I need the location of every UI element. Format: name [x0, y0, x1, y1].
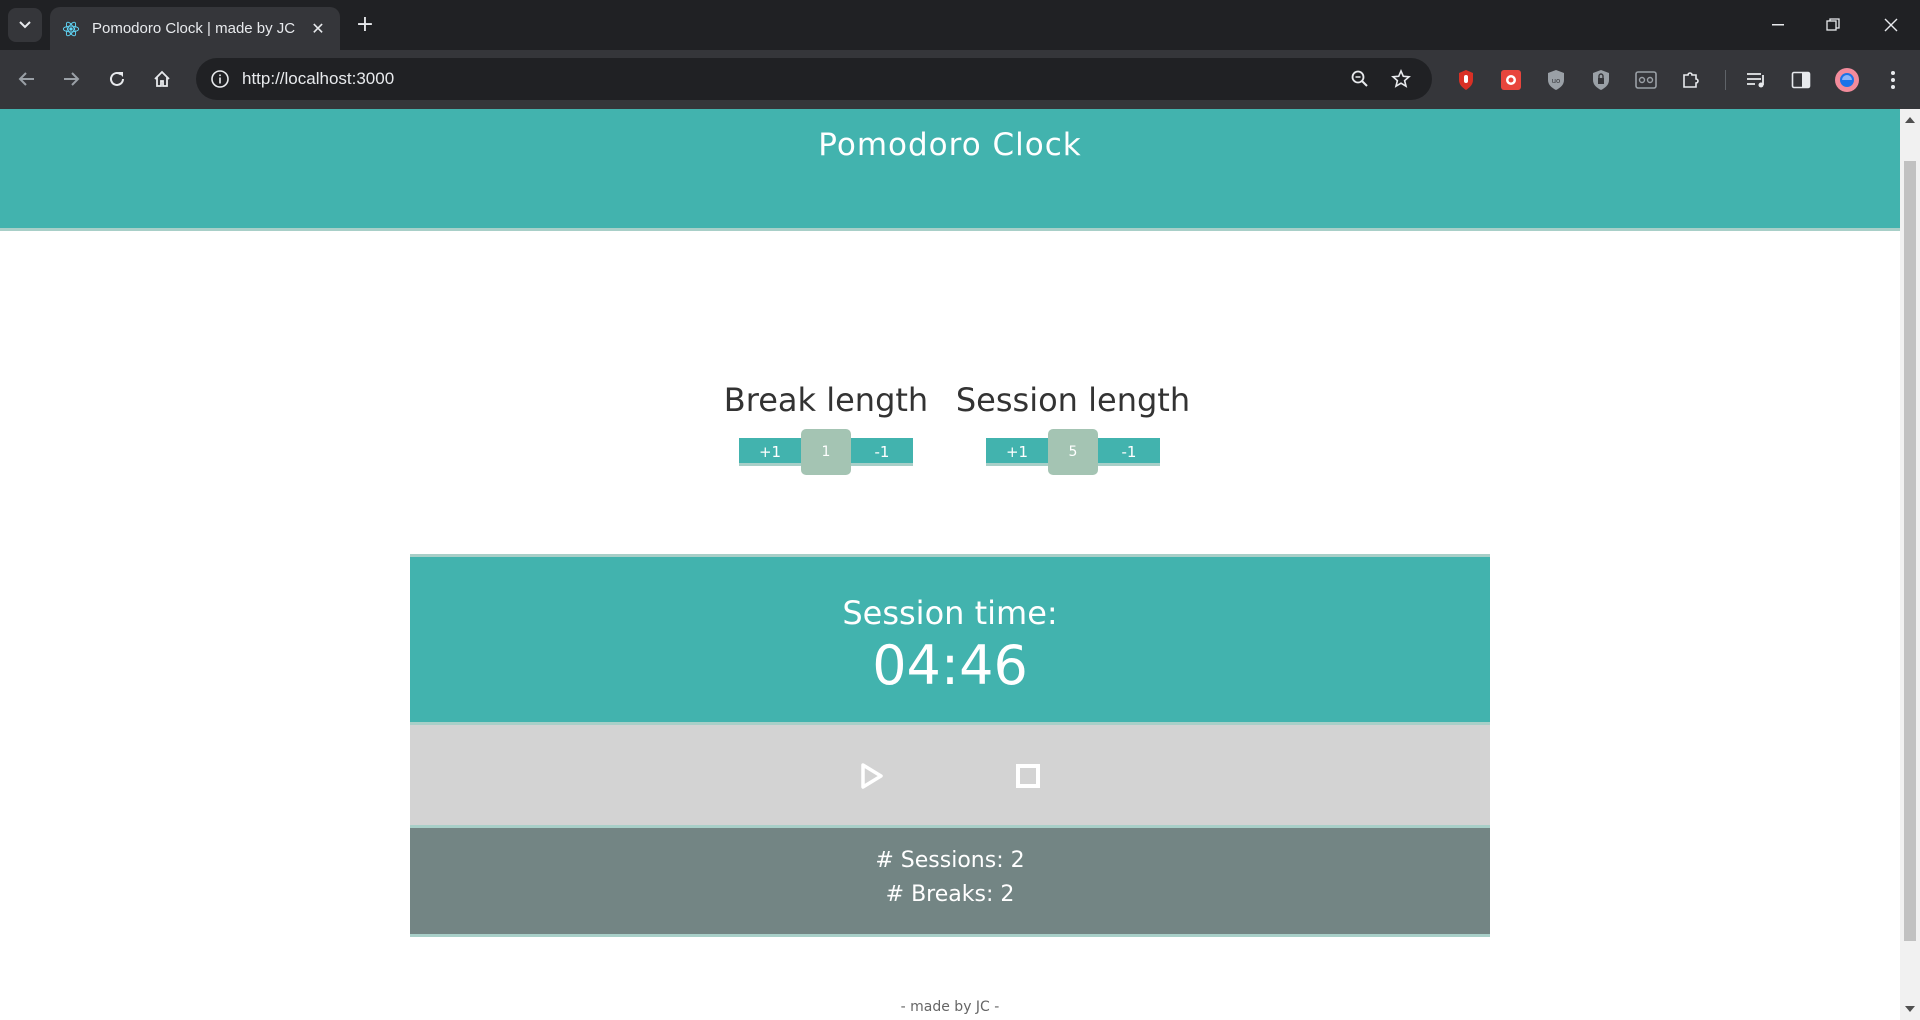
scroll-thumb[interactable]: [1904, 161, 1916, 941]
browser-tab[interactable]: Pomodoro Clock | made by JC ✕: [50, 7, 340, 50]
break-increment-button[interactable]: +1: [739, 438, 801, 466]
media-control-icon[interactable]: [1744, 67, 1770, 93]
break-length-label: Break length: [723, 381, 929, 419]
hand-extension-icon[interactable]: [1453, 67, 1479, 93]
side-panel-icon[interactable]: [1788, 67, 1814, 93]
break-length-setting: Break length +1 -1 1: [706, 381, 946, 475]
ublock-icon[interactable]: uo: [1543, 67, 1569, 93]
play-icon[interactable]: [857, 761, 887, 791]
app-header: Pomodoro Clock: [0, 109, 1900, 231]
restore-icon[interactable]: [1813, 8, 1853, 42]
scroll-down-icon[interactable]: [1905, 1006, 1915, 1012]
svg-text:uo: uo: [1552, 77, 1561, 85]
zoom-icon[interactable]: [1348, 67, 1372, 91]
plus-icon[interactable]: +: [352, 12, 378, 38]
session-length-stepper: +1 -1 5: [986, 429, 1160, 475]
tab-search-icon[interactable]: [8, 8, 42, 42]
browser-tabbar: Pomodoro Clock | made by JC ✕ +: [0, 0, 1920, 50]
home-icon[interactable]: [145, 62, 179, 96]
page-scrollbar[interactable]: [1900, 109, 1920, 1020]
more-icon[interactable]: [1880, 67, 1906, 93]
session-length-value: 5: [1048, 429, 1098, 475]
puzzle-extension-icon[interactable]: [1498, 67, 1524, 93]
forward-icon[interactable]: [54, 62, 88, 96]
window-close-icon[interactable]: [1871, 8, 1911, 42]
toolbar-divider: [1723, 67, 1727, 93]
site-info-icon[interactable]: [208, 67, 232, 91]
extensions-puzzle-icon[interactable]: [1678, 67, 1704, 93]
breaks-count: # Breaks: 2: [885, 882, 1015, 907]
reader-extension-icon[interactable]: [1633, 67, 1659, 93]
timer-controls: [410, 725, 1490, 828]
minimize-icon[interactable]: [1758, 8, 1798, 42]
break-length-stepper: +1 -1 1: [739, 429, 913, 475]
reload-icon[interactable]: [100, 62, 134, 96]
timer-label: Session time:: [842, 594, 1058, 632]
profile-avatar[interactable]: [1834, 67, 1860, 93]
url-text[interactable]: http://localhost:3000: [242, 69, 394, 89]
close-icon[interactable]: ✕: [308, 19, 328, 38]
break-decrement-button[interactable]: -1: [851, 438, 913, 466]
session-length-setting: Session length +1 -1 5: [953, 381, 1193, 475]
browser-toolbar: http://localhost:3000 uo: [0, 50, 1920, 109]
react-favicon: [62, 20, 80, 38]
session-increment-button[interactable]: +1: [986, 438, 1048, 466]
timer-display: Session time: 04:46: [410, 554, 1490, 725]
sessions-count: # Sessions: 2: [875, 848, 1025, 873]
footer-credit: - made by JC -: [900, 999, 1000, 1015]
page-title: Pomodoro Clock: [818, 127, 1082, 163]
session-length-label: Session length: [955, 381, 1191, 419]
timer-value: 04:46: [872, 634, 1028, 697]
stop-icon[interactable]: [1013, 761, 1043, 791]
page-viewport: Pomodoro Clock Break length +1 -1 1 Sess…: [0, 109, 1900, 1020]
back-icon[interactable]: [10, 62, 44, 96]
session-decrement-button[interactable]: -1: [1098, 438, 1160, 466]
star-icon[interactable]: [1389, 67, 1413, 91]
tab-title: Pomodoro Clock | made by JC: [92, 20, 296, 37]
shield-lock-icon[interactable]: [1588, 67, 1614, 93]
session-stats: # Sessions: 2 # Breaks: 2: [410, 828, 1490, 937]
scroll-up-icon[interactable]: [1905, 117, 1915, 123]
break-length-value: 1: [801, 429, 851, 475]
address-bar[interactable]: http://localhost:3000: [196, 58, 1432, 100]
